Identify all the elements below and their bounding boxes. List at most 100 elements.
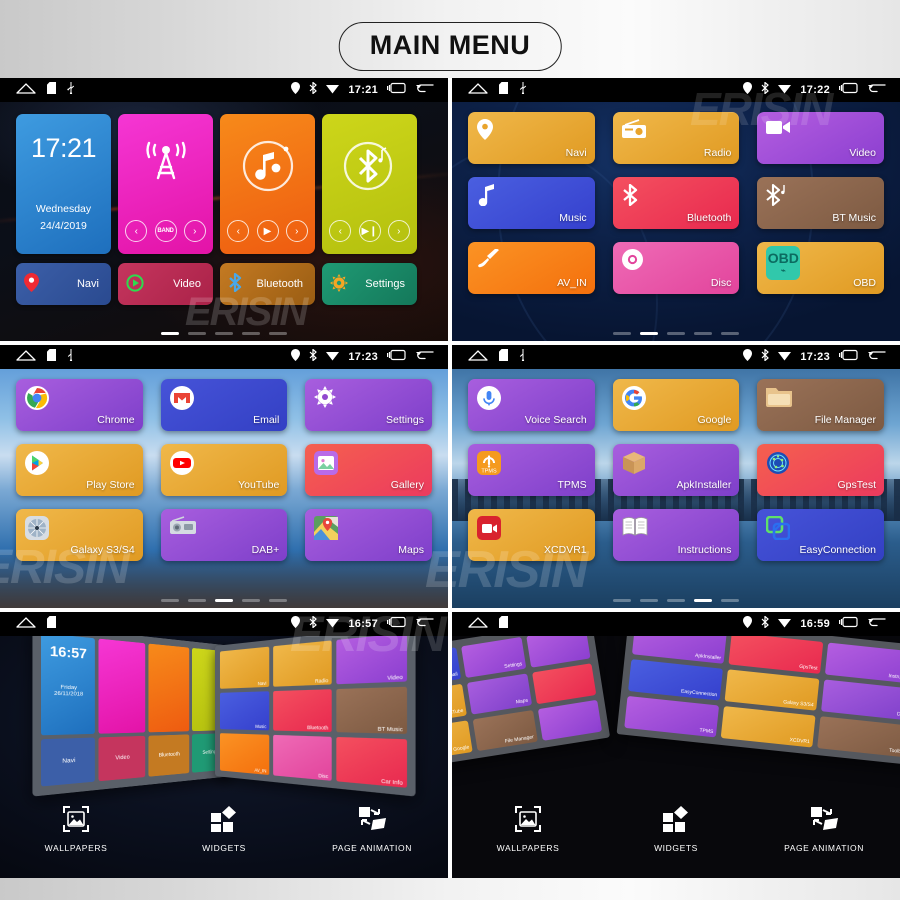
radio-controls[interactable]: ‹ BAND › bbox=[118, 220, 213, 242]
next-button[interactable]: › bbox=[387, 220, 410, 242]
next-button[interactable]: › bbox=[285, 220, 308, 242]
page-dot[interactable] bbox=[242, 599, 260, 602]
back-icon[interactable] bbox=[867, 81, 886, 99]
app-tpms[interactable]: TPMS TPMS bbox=[468, 444, 595, 496]
home-icon[interactable] bbox=[468, 81, 488, 99]
prev-button[interactable]: ‹ bbox=[329, 220, 352, 242]
page-dot[interactable] bbox=[269, 332, 287, 335]
widgets-button[interactable]: WIDGETS bbox=[178, 806, 270, 853]
screen-page-animation-left[interactable]: 16:57 16:57 Friday 26/11/2018 Navi Video… bbox=[0, 612, 448, 878]
app-instructions[interactable]: Instructions bbox=[612, 509, 740, 561]
back-icon[interactable] bbox=[415, 348, 434, 366]
music-widget[interactable]: ‹ ▶ › bbox=[220, 114, 315, 254]
app-voice-search[interactable]: Voice Search bbox=[468, 379, 595, 431]
page-dot[interactable] bbox=[613, 332, 631, 335]
app-maps[interactable]: Maps bbox=[305, 509, 432, 561]
page-animation-button[interactable]: PAGE ANIMATION bbox=[778, 806, 870, 853]
preview-card-left-apps[interactable]: Email Settings YouTube Maps Google File … bbox=[452, 618, 612, 795]
app-obd[interactable]: OBD ⌁ OBD bbox=[757, 242, 884, 294]
next-button[interactable]: › bbox=[183, 220, 206, 242]
screen-apps-page-3[interactable]: 17:23 Chrome Email Settings Play Store Y… bbox=[0, 345, 448, 608]
page-carousel-preview[interactable]: 16:57 Friday 26/11/2018 Navi Video Bluet… bbox=[0, 624, 448, 797]
back-icon[interactable] bbox=[415, 81, 434, 99]
preview-card-apps[interactable]: Navi Radio Video Music Bluetooth BT Musi… bbox=[215, 624, 416, 797]
page-indicator[interactable] bbox=[0, 332, 448, 335]
page-dot[interactable] bbox=[269, 599, 287, 602]
page-dot[interactable] bbox=[242, 332, 260, 335]
app-google[interactable]: Google bbox=[612, 379, 740, 431]
prev-button[interactable]: ‹ bbox=[227, 220, 250, 242]
shortcut-bluetooth[interactable]: Bluetooth bbox=[220, 263, 315, 305]
home-icon[interactable] bbox=[468, 348, 488, 366]
bt-music-controls[interactable]: ‹ ▶❙ › bbox=[322, 220, 417, 242]
wallpapers-button[interactable]: WALLPAPERS bbox=[482, 806, 574, 853]
page-indicator[interactable] bbox=[0, 599, 448, 602]
app-file-manager[interactable]: File Manager bbox=[757, 379, 884, 431]
preview-card-widgets[interactable]: 16:57 Friday 26/11/2018 Navi Video Bluet… bbox=[32, 624, 233, 797]
app-easy-connection[interactable]: EasyConnection bbox=[757, 509, 884, 561]
screen-page-animation-right[interactable]: 16:59 Email Settings YouTube Maps Google bbox=[452, 612, 900, 878]
widgets-button[interactable]: WIDGETS bbox=[630, 806, 722, 853]
page-dot[interactable] bbox=[188, 599, 206, 602]
recents-icon[interactable] bbox=[387, 81, 406, 99]
preview-card-right-apps[interactable]: ApkInstaller GpsTest Instructions EasyCo… bbox=[616, 614, 900, 795]
shortcut-video[interactable]: Video bbox=[118, 263, 213, 305]
recents-icon[interactable] bbox=[387, 348, 406, 366]
app-chrome[interactable]: Chrome bbox=[16, 379, 143, 431]
page-dot[interactable] bbox=[721, 599, 739, 602]
play-button[interactable]: ▶ bbox=[256, 220, 279, 242]
page-indicator[interactable] bbox=[452, 599, 900, 602]
home-icon[interactable] bbox=[468, 615, 488, 633]
page-dot[interactable] bbox=[694, 599, 712, 602]
app-galaxy-s3-s4[interactable]: Galaxy S3/S4 bbox=[16, 509, 143, 561]
wallpapers-button[interactable]: WALLPAPERS bbox=[30, 806, 122, 853]
shortcut-settings[interactable]: Settings bbox=[322, 263, 417, 305]
page-animation-button[interactable]: PAGE ANIMATION bbox=[326, 806, 418, 853]
recents-icon[interactable] bbox=[387, 615, 406, 633]
page-dot[interactable] bbox=[161, 599, 179, 602]
bluetooth-music-widget[interactable]: ‹ ▶❙ › bbox=[322, 114, 417, 254]
back-icon[interactable] bbox=[415, 615, 434, 633]
home-icon[interactable] bbox=[16, 348, 36, 366]
back-icon[interactable] bbox=[867, 615, 886, 633]
app-av-in[interactable]: AV_IN bbox=[468, 242, 595, 294]
app-youtube[interactable]: YouTube bbox=[160, 444, 288, 496]
home-icon[interactable] bbox=[16, 615, 36, 633]
page-dot[interactable] bbox=[721, 332, 739, 335]
page-dot[interactable] bbox=[640, 599, 658, 602]
page-dot[interactable] bbox=[215, 332, 233, 335]
recents-icon[interactable] bbox=[839, 348, 858, 366]
app-video[interactable]: Video bbox=[757, 112, 884, 164]
page-dot[interactable] bbox=[161, 332, 179, 335]
screen-home-widgets[interactable]: 17:21 17:21 Wednesday 24/4/2019 ‹ BAND ›… bbox=[0, 78, 448, 341]
app-radio[interactable]: Radio bbox=[612, 112, 740, 164]
back-icon[interactable] bbox=[867, 348, 886, 366]
app-email[interactable]: Email bbox=[160, 379, 288, 431]
prev-button[interactable]: ‹ bbox=[125, 220, 148, 242]
recents-icon[interactable] bbox=[839, 81, 858, 99]
app-apk-installer[interactable]: ApkInstaller bbox=[612, 444, 740, 496]
play-pause-button[interactable]: ▶❙ bbox=[358, 220, 381, 242]
app-navi[interactable]: Navi bbox=[468, 112, 595, 164]
app-gallery[interactable]: Gallery bbox=[305, 444, 432, 496]
page-dot[interactable] bbox=[640, 332, 658, 335]
app-settings[interactable]: Settings bbox=[305, 379, 432, 431]
radio-widget[interactable]: ‹ BAND › bbox=[118, 114, 213, 254]
home-icon[interactable] bbox=[16, 81, 36, 99]
app-disc[interactable]: Disc bbox=[612, 242, 740, 294]
shortcut-navi[interactable]: Navi bbox=[16, 263, 111, 305]
page-dot[interactable] bbox=[694, 332, 712, 335]
page-dot[interactable] bbox=[667, 332, 685, 335]
app-bluetooth[interactable]: Bluetooth bbox=[612, 177, 740, 229]
recents-icon[interactable] bbox=[839, 615, 858, 633]
music-controls[interactable]: ‹ ▶ › bbox=[220, 220, 315, 242]
screen-apps-page-2[interactable]: 17:22 Navi Radio Video Music Bluetooth B… bbox=[452, 78, 900, 341]
page-indicator[interactable] bbox=[452, 332, 900, 335]
app-music[interactable]: Music bbox=[468, 177, 595, 229]
page-dot[interactable] bbox=[613, 599, 631, 602]
page-dot[interactable] bbox=[215, 599, 233, 602]
band-button[interactable]: BAND bbox=[154, 220, 177, 242]
clock-widget[interactable]: 17:21 Wednesday 24/4/2019 bbox=[16, 114, 111, 254]
app-dab[interactable]: DAB+ bbox=[160, 509, 288, 561]
page-dot[interactable] bbox=[667, 599, 685, 602]
